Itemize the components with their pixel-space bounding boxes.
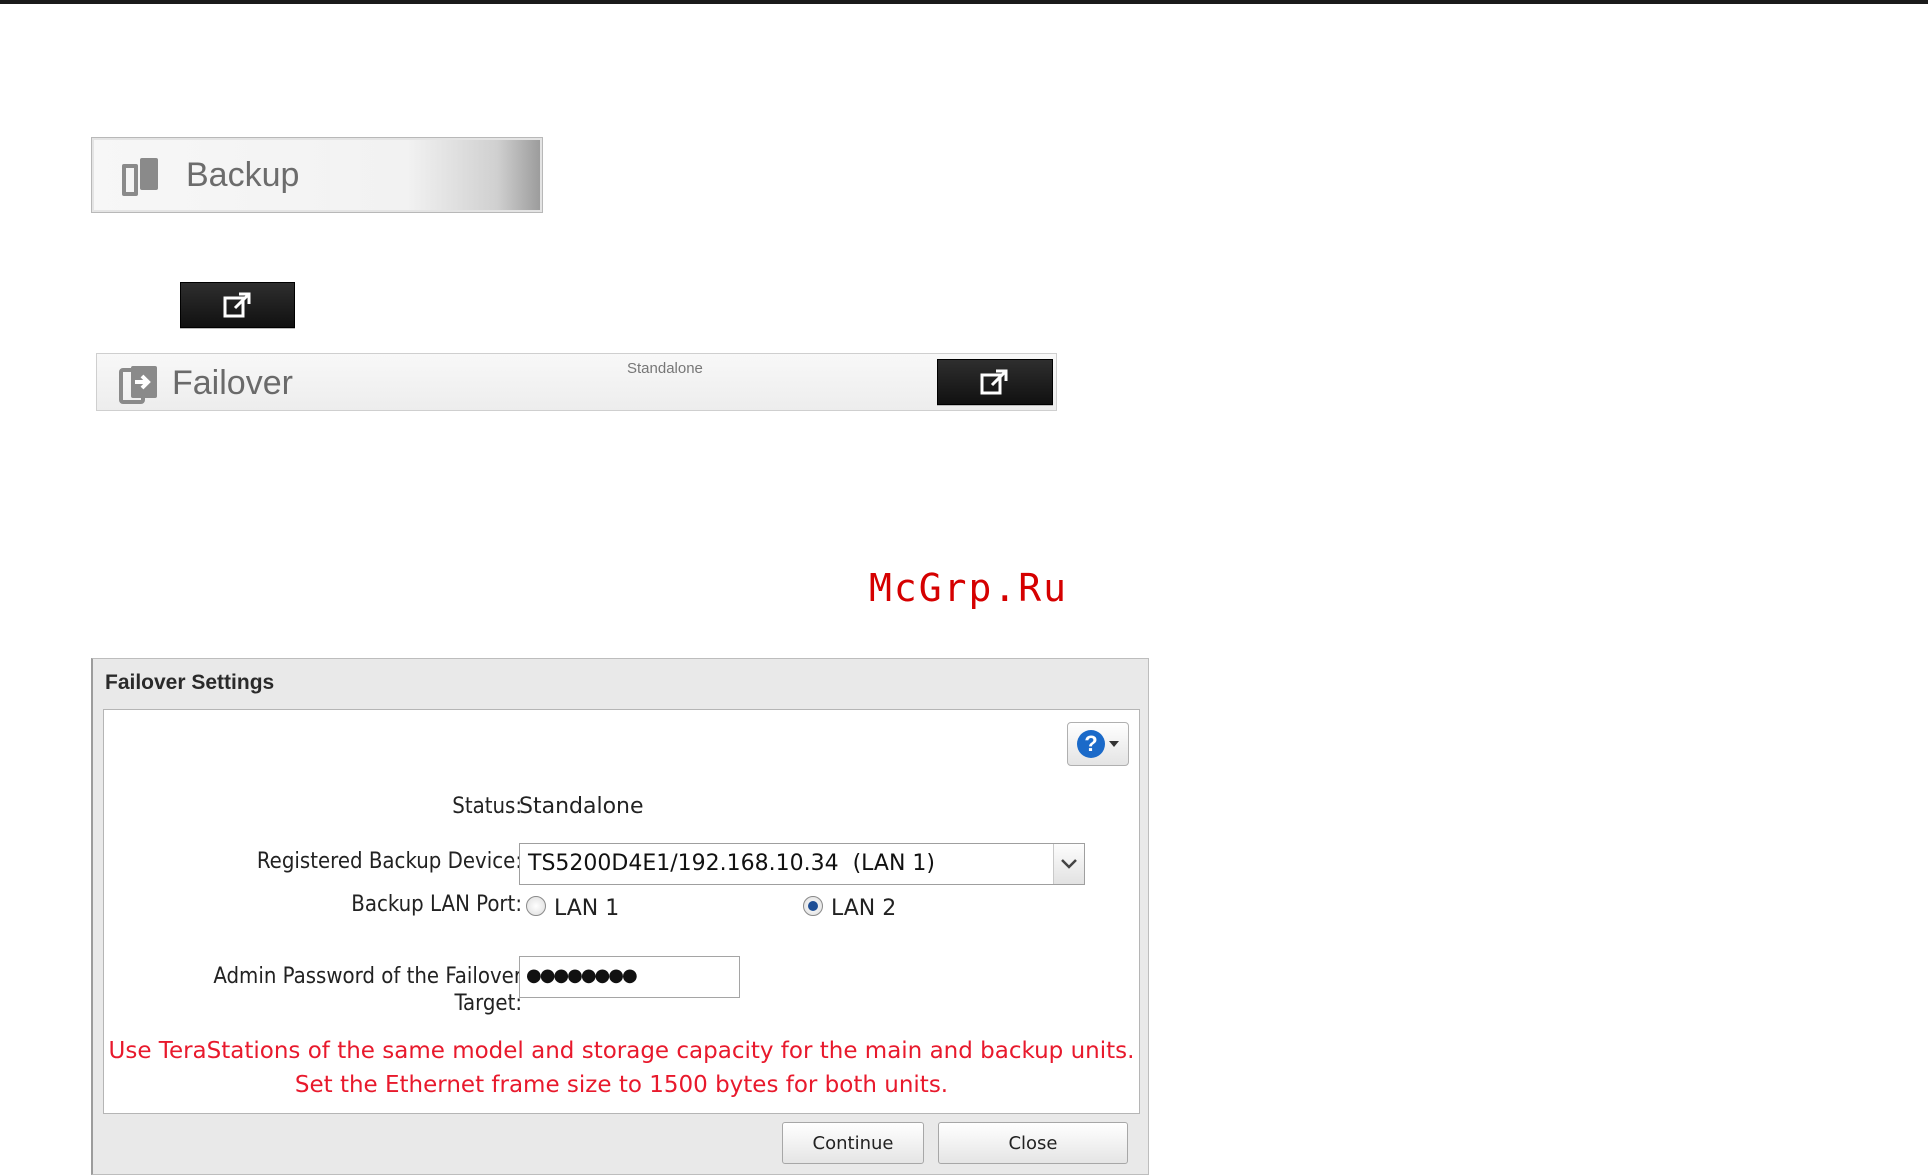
chevron-down-icon	[1109, 741, 1119, 747]
failover-open-button[interactable]	[937, 359, 1053, 405]
backup-menu-tile[interactable]: Backup	[91, 137, 543, 213]
backup-device-value: TS5200D4E1/192.168.10.34 (LAN 1)	[528, 851, 935, 876]
settings-panel: ? Status: Standalone Registered Backup D…	[103, 709, 1140, 1114]
status-label: Status:	[452, 794, 522, 819]
backup-icon	[122, 158, 158, 196]
continue-button[interactable]: Continue	[782, 1122, 924, 1164]
lan2-label: LAN 2	[831, 896, 897, 921]
open-external-icon	[980, 369, 1008, 395]
backup-device-select[interactable]: TS5200D4E1/192.168.10.34 (LAN 1)	[519, 843, 1085, 885]
top-rule	[0, 0, 1928, 4]
password-label-cont: Target:	[454, 991, 523, 1016]
warning-text-2: Set the Ethernet frame size to 1500 byte…	[294, 1072, 949, 1098]
failover-settings-dialog: Failover Settings ? Status: Standalone R…	[91, 658, 1149, 1175]
lan1-label: LAN 1	[554, 896, 620, 921]
close-button[interactable]: Close	[938, 1122, 1128, 1164]
chevron-down-icon[interactable]	[1053, 844, 1084, 884]
failover-icon	[119, 366, 157, 404]
password-dots: ●●●●●●●●	[526, 965, 638, 986]
watermark: McGrp.Ru	[869, 566, 1069, 610]
help-button[interactable]: ?	[1067, 722, 1129, 766]
status-value: Standalone	[519, 794, 644, 819]
failover-row: Failover Standalone	[96, 353, 1057, 411]
backup-label: Backup	[186, 156, 300, 194]
admin-password-input[interactable]: ●●●●●●●●	[519, 956, 740, 998]
dialog-title: Failover Settings	[105, 671, 275, 694]
lan2-radio[interactable]	[803, 896, 823, 916]
failover-status: Standalone	[627, 360, 703, 377]
backup-lan-label: Backup LAN Port:	[351, 892, 522, 917]
password-label: Admin Password of the Failover	[213, 964, 522, 989]
lan1-radio[interactable]	[526, 896, 546, 916]
open-settings-button[interactable]	[180, 282, 295, 328]
question-icon: ?	[1077, 730, 1105, 758]
open-external-icon	[223, 292, 250, 318]
warning-text-1: Use TeraStations of the same model and s…	[108, 1038, 1135, 1064]
backup-device-label: Registered Backup Device:	[256, 849, 522, 874]
failover-label: Failover	[172, 364, 293, 402]
